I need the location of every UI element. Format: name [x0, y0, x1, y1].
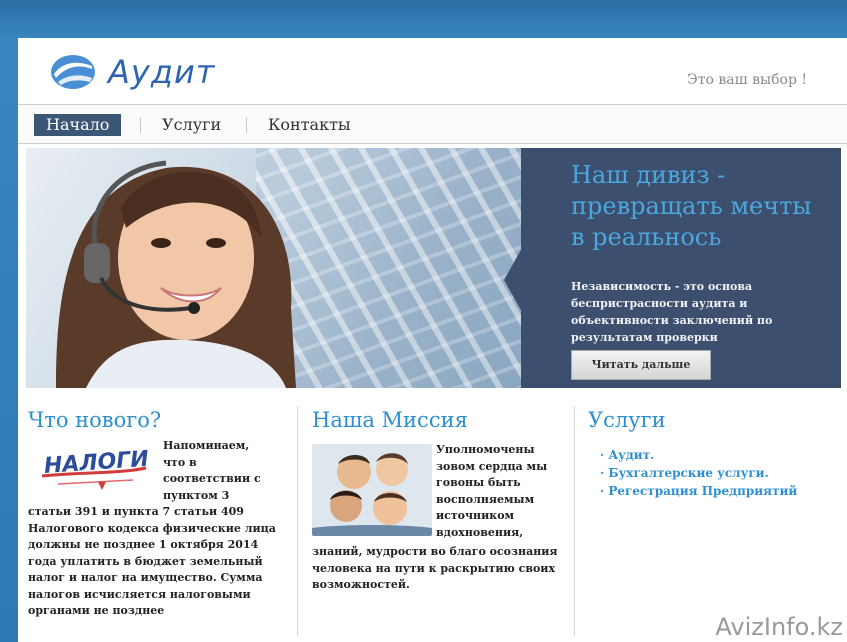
services-list: · Аудит. · Бухгалтерские услуги. · Регес…: [600, 446, 797, 500]
logo-globe-icon: [51, 55, 95, 89]
nav-divider: [246, 117, 247, 133]
watermark: AvizInfo.kz: [657, 612, 847, 642]
service-link-audit[interactable]: · Аудит.: [600, 446, 797, 464]
nav-item-services[interactable]: Услуги: [150, 114, 233, 136]
nav-item-contacts[interactable]: Контакты: [256, 114, 363, 136]
news-text-intro: Напоминаем, что в соответствии с пунктом…: [163, 439, 261, 502]
column-divider: [574, 406, 575, 636]
operator-headset-photo: [56, 160, 296, 388]
tagline: Это ваш выбор !: [687, 72, 807, 88]
team-photo: [312, 444, 432, 536]
column-divider: [297, 406, 298, 636]
services-column: Услуги · Аудит. · Бухгалтерские услуги. …: [578, 396, 847, 642]
page: Аудит Это ваш выбор ! Начало Услуги Конт…: [18, 38, 847, 642]
mission-text-body: знаний, мудрости во благо осознания чело…: [312, 545, 558, 591]
taxes-logo-image: НАЛОГИ: [41, 447, 150, 490]
nav-divider: [140, 117, 141, 133]
main-nav: Начало Услуги Контакты: [18, 104, 847, 144]
mission-column: Наша Миссия Уполномочены зовом сердца мы…: [300, 396, 572, 642]
hero-panel-arrow: [504, 248, 522, 312]
services-title: Услуги: [588, 408, 666, 432]
mission-text-intro: Уполномочены зовом сердца мы говоны быть…: [436, 443, 548, 539]
logo-text: Аудит: [108, 53, 216, 91]
read-more-button[interactable]: Читать дальше: [571, 350, 711, 380]
content-columns: Что нового? НАЛОГИ Напоминаем, что в соо…: [18, 396, 847, 642]
news-column: Что нового? НАЛОГИ Напоминаем, что в соо…: [18, 396, 293, 642]
hero-banner: Наш дивиз - превращать мечты в реальнось…: [26, 148, 841, 388]
hero-heading: Наш дивиз - превращать мечты в реальнось: [571, 161, 812, 251]
service-link-accounting[interactable]: · Бухгалтерские услуги.: [600, 464, 797, 482]
mission-title: Наша Миссия: [312, 408, 468, 432]
logo[interactable]: Аудит: [48, 52, 215, 92]
service-link-registration[interactable]: · Регестрация Предприятий: [600, 482, 797, 500]
hero-text: Независимость - это основа беспристрасно…: [571, 280, 773, 344]
news-title: Что нового?: [28, 408, 162, 432]
nav-item-home[interactable]: Начало: [34, 114, 122, 136]
news-text-body: статьи 391 и пункта 7 статьи 409 Налогов…: [28, 505, 276, 617]
site-header: Аудит Это ваш выбор !: [18, 38, 847, 106]
